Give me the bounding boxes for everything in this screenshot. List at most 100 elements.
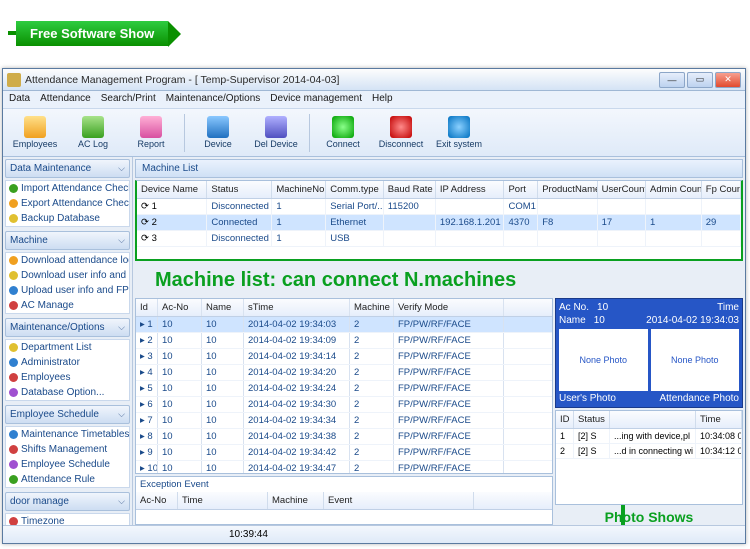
sidebar: Data Maintenance⌵ Import Attendance Check… bbox=[3, 157, 133, 525]
status-row[interactable]: 2[2] S...d in connecting wi10:34:12 04-0… bbox=[556, 444, 742, 459]
sidebar-group-0[interactable]: Data Maintenance⌵ bbox=[5, 159, 130, 178]
col-header[interactable]: Status bbox=[207, 181, 272, 198]
col-header[interactable] bbox=[610, 411, 696, 428]
sidebar-item[interactable]: Timezone bbox=[6, 514, 129, 525]
col-header[interactable]: Time bbox=[178, 492, 268, 509]
col-header[interactable]: Ac-No bbox=[158, 299, 202, 316]
bullet-icon bbox=[9, 358, 18, 367]
sidebar-group-1[interactable]: Machine⌵ bbox=[5, 231, 130, 250]
attendance-row[interactable]: ▸ 510102014-04-02 19:34:242FP/PW/RF/FACE bbox=[136, 381, 552, 397]
sidebar-item[interactable]: Upload user info and FP bbox=[6, 283, 129, 298]
statusbar: 10:39:44 bbox=[3, 525, 745, 543]
attendance-row[interactable]: ▸ 610102014-04-02 19:34:302FP/PW/RF/FACE bbox=[136, 397, 552, 413]
bullet-icon bbox=[9, 199, 18, 208]
exit-button[interactable]: Exit system bbox=[431, 111, 487, 155]
col-header[interactable]: Comm.type bbox=[326, 181, 384, 198]
chevron-icon: ⌵ bbox=[118, 235, 125, 246]
col-header[interactable]: Device Name bbox=[137, 181, 207, 198]
attendance-row[interactable]: ▸ 210102014-04-02 19:34:092FP/PW/RF/FACE bbox=[136, 333, 552, 349]
col-header[interactable]: Verify Mode bbox=[394, 299, 504, 316]
sidebar-item[interactable]: Download user info and Fp bbox=[6, 268, 129, 283]
sidebar-item[interactable]: Export Attendance Checking ... bbox=[6, 196, 129, 211]
attendance-row[interactable]: ▸ 410102014-04-02 19:34:202FP/PW/RF/FACE bbox=[136, 365, 552, 381]
bullet-icon bbox=[9, 343, 18, 352]
deldevice-button[interactable]: Del Device bbox=[248, 111, 304, 155]
attendance-row[interactable]: ▸ 910102014-04-02 19:34:422FP/PW/RF/FACE bbox=[136, 445, 552, 461]
col-header[interactable]: IP Address bbox=[436, 181, 505, 198]
menu-attendance[interactable]: Attendance bbox=[40, 93, 91, 106]
col-header[interactable]: ID bbox=[556, 411, 574, 428]
attendance-row[interactable]: ▸ 810102014-04-02 19:34:382FP/PW/RF/FACE bbox=[136, 429, 552, 445]
toolbar: Employees AC Log Report Device Del Devic… bbox=[3, 109, 745, 157]
titlebar[interactable]: Attendance Management Program - [ Temp-S… bbox=[3, 69, 745, 91]
bullet-icon bbox=[9, 184, 18, 193]
employees-button[interactable]: Employees bbox=[7, 111, 63, 155]
chevron-icon: ⌵ bbox=[118, 322, 125, 333]
sidebar-item[interactable]: AC Manage bbox=[6, 298, 129, 313]
menu-maintenance[interactable]: Maintenance/Options bbox=[166, 93, 261, 106]
close-button[interactable]: ✕ bbox=[715, 72, 741, 88]
sidebar-group-2[interactable]: Maintenance/Options⌵ bbox=[5, 318, 130, 337]
sidebar-item[interactable]: Database Option... bbox=[6, 385, 129, 400]
col-header[interactable]: UserCount bbox=[598, 181, 646, 198]
attendance-row[interactable]: ▸ 310102014-04-02 19:34:142FP/PW/RF/FACE bbox=[136, 349, 552, 365]
time-label: Time bbox=[717, 302, 739, 313]
attendance-row[interactable]: ▸ 710102014-04-02 19:34:342FP/PW/RF/FACE bbox=[136, 413, 552, 429]
menu-device[interactable]: Device management bbox=[270, 93, 362, 106]
acno-value: 10 bbox=[597, 302, 608, 313]
col-header[interactable]: Machine bbox=[350, 299, 394, 316]
deldevice-icon bbox=[265, 116, 287, 138]
sidebar-item[interactable]: Backup Database bbox=[6, 211, 129, 226]
connect-button[interactable]: Connect bbox=[315, 111, 371, 155]
col-header[interactable]: Ac-No bbox=[136, 492, 178, 509]
time-value: 2014-04-02 19:34:03 bbox=[646, 315, 739, 326]
col-header[interactable]: Port bbox=[504, 181, 538, 198]
col-header[interactable]: sTime bbox=[244, 299, 350, 316]
device-icon bbox=[207, 116, 229, 138]
attendance-row[interactable]: ▸ 1010102014-04-02 19:34:472FP/PW/RF/FAC… bbox=[136, 461, 552, 474]
chevron-icon: ⌵ bbox=[118, 163, 125, 174]
sidebar-item[interactable]: Maintenance Timetables bbox=[6, 427, 129, 442]
sidebar-item[interactable]: Employee Schedule bbox=[6, 457, 129, 472]
bullet-icon bbox=[9, 388, 18, 397]
sidebar-item[interactable]: Download attendance logs bbox=[6, 253, 129, 268]
col-header[interactable]: Status bbox=[574, 411, 610, 428]
menu-data[interactable]: Data bbox=[9, 93, 30, 106]
sidebar-item[interactable]: Shifts Management bbox=[6, 442, 129, 457]
sidebar-item[interactable]: Employees bbox=[6, 370, 129, 385]
machine-row[interactable]: ⟳ 3Disconnected1USB bbox=[137, 231, 741, 247]
sidebar-item[interactable]: Administrator bbox=[6, 355, 129, 370]
report-button[interactable]: Report bbox=[123, 111, 179, 155]
machine-grid[interactable]: Device NameStatusMachineNo.Comm.typeBaud… bbox=[135, 180, 743, 261]
menu-help[interactable]: Help bbox=[372, 93, 393, 106]
maximize-button[interactable]: ▭ bbox=[687, 72, 713, 88]
sidebar-item[interactable]: Attendance Rule bbox=[6, 472, 129, 487]
status-row[interactable]: 1[2] S...ing with device,pl10:34:08 04-0… bbox=[556, 429, 742, 444]
minimize-button[interactable]: — bbox=[659, 72, 685, 88]
sidebar-group-3[interactable]: Employee Schedule⌵ bbox=[5, 405, 130, 424]
col-header[interactable]: Machine bbox=[268, 492, 324, 509]
col-header[interactable]: ProductName bbox=[538, 181, 597, 198]
banner-text: Free Software Show bbox=[16, 21, 168, 46]
disconnect-button[interactable]: Disconnect bbox=[373, 111, 429, 155]
sidebar-item[interactable]: Department List bbox=[6, 340, 129, 355]
col-header[interactable]: MachineNo. bbox=[272, 181, 326, 198]
machine-row[interactable]: ⟳ 2Connected1Ethernet192.168.1.2014370F8… bbox=[137, 215, 741, 231]
sidebar-group-4[interactable]: door manage⌵ bbox=[5, 492, 130, 511]
acno-label: Ac No. bbox=[559, 302, 589, 313]
col-header[interactable]: Event bbox=[324, 492, 474, 509]
device-button[interactable]: Device bbox=[190, 111, 246, 155]
attendance-row[interactable]: ▸ 110102014-04-02 19:34:032FP/PW/RF/FACE bbox=[136, 317, 552, 333]
menu-search[interactable]: Search/Print bbox=[101, 93, 156, 106]
col-header[interactable]: Baud Rate bbox=[384, 181, 436, 198]
col-header[interactable]: Admin Count bbox=[646, 181, 702, 198]
col-header[interactable]: Id bbox=[136, 299, 158, 316]
col-header[interactable]: Time bbox=[696, 411, 742, 428]
col-header[interactable]: Name bbox=[202, 299, 244, 316]
sidebar-item[interactable]: Import Attendance Checking ... bbox=[6, 181, 129, 196]
status-grid[interactable]: IDStatus Time 1[2] S...ing with device,pl… bbox=[555, 410, 743, 505]
aclog-button[interactable]: AC Log bbox=[65, 111, 121, 155]
attendance-grid[interactable]: IdAc-NoNamesTimeMachineVerify Mode ▸ 110… bbox=[135, 298, 553, 474]
machine-row[interactable]: ⟳ 1Disconnected1Serial Port/...115200COM… bbox=[137, 199, 741, 215]
col-header[interactable]: Fp Count bbox=[702, 181, 741, 198]
